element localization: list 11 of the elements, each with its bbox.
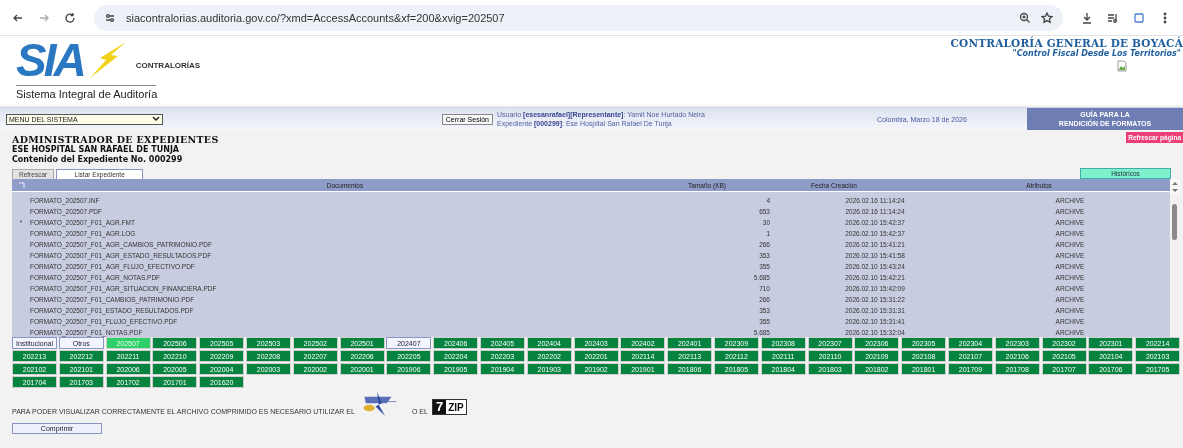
- sevenzip-logo: 7 ZIP: [431, 399, 467, 415]
- url-text: siacontralorias.auditoria.gov.co/?xmd=AccessAccounts&xf=200&xvig=202507: [126, 11, 505, 24]
- logo-subtitle: CONTRALORÍAS: [135, 61, 201, 70]
- logo-wordmark: SIA: [16, 38, 84, 82]
- organization-name: CONTRALORÍA GENERAL DE BOYACÁ: [950, 37, 1183, 49]
- page-subtitle: ESE HOSPITAL SAN RAFAEL DE TUNJA: [12, 145, 181, 155]
- page-subtitle: Contenido del Expediente No. 000299: [12, 154, 184, 164]
- logo-caption: Sistema Integral de Auditoría: [16, 85, 156, 100]
- organization-motto: "Control Fiscal Desde Los Territorios": [1012, 49, 1181, 58]
- page-title: ADMINISTRADOR DE EXPEDIENTES: [12, 134, 219, 145]
- address-bar[interactable]: siacontralorias.auditoria.gov.co/?xmd=AccessAccounts&xf=200&xvig=202507: [94, 4, 1063, 31]
